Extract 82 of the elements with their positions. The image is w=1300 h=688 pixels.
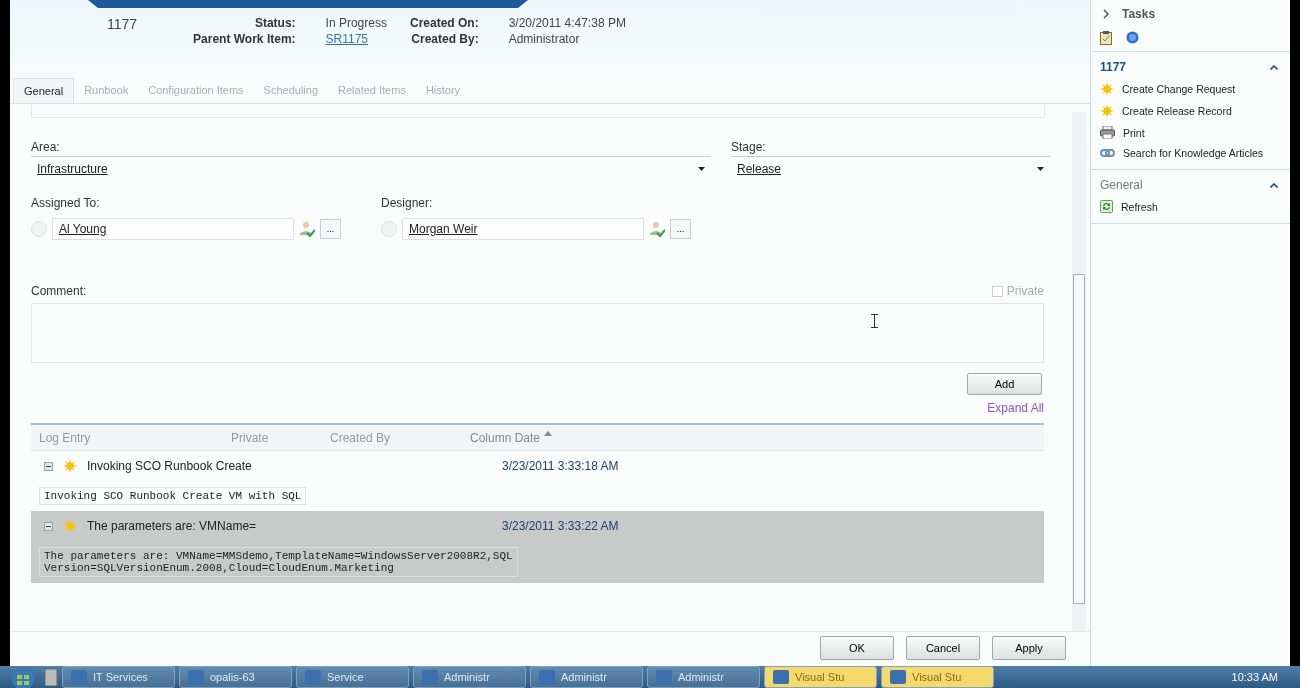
taskbar-button[interactable]: Administr <box>530 666 643 688</box>
field-label: Parent Work Item: <box>192 32 296 46</box>
user-status-icon <box>31 221 47 237</box>
column-header[interactable]: Column Date <box>470 430 553 445</box>
panel-title: Tasks <box>1122 7 1156 21</box>
task-link[interactable]: Refresh <box>1091 196 1290 217</box>
log-entry-date: 3/23/2011 3:33:22 AM <box>502 519 619 533</box>
clipboard-icon <box>1100 31 1112 45</box>
field-label: Area: <box>31 140 61 156</box>
dropdown-arrow-icon <box>1037 166 1044 171</box>
comment-field[interactable] <box>31 303 1044 363</box>
field-label: Comment: <box>31 284 87 298</box>
field-label: Assigned To: <box>31 196 101 210</box>
task-link[interactable]: Create Release Record <box>1091 100 1290 122</box>
column-header[interactable]: Created By <box>330 430 470 445</box>
scrollbar[interactable] <box>1072 112 1086 631</box>
taskbar-button[interactable]: IT Services <box>62 666 175 688</box>
dialog-button[interactable]: OK <box>820 636 894 660</box>
sun-icon <box>63 519 77 533</box>
field-label: Created On: <box>410 16 479 30</box>
log-entry-title: The parameters are: VMName= <box>87 519 258 533</box>
collapse-caret-icon <box>1270 64 1278 70</box>
chevron-right-icon <box>1103 9 1110 19</box>
refresh-icon <box>1100 200 1113 213</box>
printer-icon <box>1100 126 1115 139</box>
dropdown-arrow-icon <box>698 166 705 171</box>
clock: 10:33 AM <box>1231 671 1279 683</box>
field-value: Administrator <box>508 32 581 46</box>
field-value: 3/20/2011 4:47:38 PM <box>508 16 626 30</box>
taskbar-button[interactable]: Administr <box>647 666 760 688</box>
person-check-icon <box>299 221 315 237</box>
column-header[interactable]: Log Entry <box>31 430 231 445</box>
assigned-to-field[interactable]: Al Young <box>52 218 294 240</box>
private-checkbox[interactable] <box>991 285 1003 297</box>
field-label: Created By: <box>410 32 479 46</box>
column-header[interactable]: Private <box>231 430 330 445</box>
taskbar-button[interactable]: Visual Stu <box>764 666 877 688</box>
field-value: In Progress <box>325 16 388 30</box>
input-field[interactable] <box>31 104 1045 118</box>
work-item-link[interactable]: SR1175 <box>325 32 410 46</box>
collapse-icon[interactable] <box>44 461 53 471</box>
text-cursor-icon <box>871 314 878 328</box>
browse-button[interactable]: ... <box>320 219 341 239</box>
task-link[interactable]: Create Change Request <box>1091 78 1290 100</box>
browse-button[interactable]: ... <box>670 219 691 239</box>
field-label: Stage: <box>731 140 767 156</box>
tab[interactable]: General <box>13 78 75 103</box>
log-entry-text: The parameters are: VMName=MMSdemo,TemplateName=WindowsServer2008R2,SQL Version=SQLVersionEnum.2008,Cloud=CloudEnum.Marketing <box>39 547 518 577</box>
log-entry-title: Invoking SCO Runbook Create <box>87 459 253 473</box>
log-entry-row[interactable]: The parameters are: VMName= 3/23/2011 3:33:22 AM The parameters are: VMName=MMSdemo,TemplateName=WindowsServer2008R2,SQL Version=SQLVersionEnum.2008,Cloud=CloudEnum.Marketing <box>31 511 1044 583</box>
collapse-icon[interactable] <box>44 521 53 531</box>
area-dropdown[interactable]: Infrastructure <box>31 156 711 180</box>
log-entry-date: 3/23/2011 3:33:18 AM <box>502 459 619 473</box>
chain-link-icon <box>1100 149 1115 157</box>
expand-all-link[interactable]: Expand All <box>987 401 1044 415</box>
log-entry-text: Invoking SCO Runbook Create VM with SQL <box>39 487 307 505</box>
scroll-thumb[interactable] <box>1073 274 1085 604</box>
field-label: Designer: <box>381 196 434 210</box>
sun-icon <box>1100 82 1114 96</box>
person-check-icon <box>649 221 665 237</box>
dialog-button[interactable]: Apply <box>992 636 1066 660</box>
user-status-icon <box>381 221 397 237</box>
work-item-id: 1177 <box>106 16 139 34</box>
taskbar-button[interactable]: Administr <box>413 666 526 688</box>
stage-dropdown[interactable]: Release <box>731 156 1050 180</box>
section-header[interactable]: General <box>1091 170 1290 196</box>
dialog-button[interactable]: Cancel <box>906 636 980 660</box>
section-header[interactable]: 1177 <box>1091 52 1290 78</box>
sort-arrow-icon <box>544 430 553 436</box>
taskbar-button[interactable]: Visual Stu <box>881 666 994 688</box>
task-link[interactable]: Search for Knowledge Articles <box>1091 143 1290 163</box>
field-label: Status: <box>253 16 296 30</box>
sun-icon <box>63 459 77 473</box>
taskbar-button[interactable]: opalis-63 <box>179 666 292 688</box>
collapse-caret-icon <box>1270 182 1278 188</box>
task-link[interactable]: Print <box>1091 122 1290 143</box>
designer-field[interactable]: Morgan Weir <box>402 218 644 240</box>
checkbox-label: Private <box>1006 284 1044 298</box>
add-button[interactable]: Add <box>967 373 1042 395</box>
sun-icon <box>1100 104 1114 118</box>
taskbar-button[interactable]: Service <box>296 666 409 688</box>
log-entry-row[interactable]: Invoking SCO Runbook Create 3/23/2011 3:33:18 AM Invoking SCO Runbook Create VM with SQL <box>31 451 1044 511</box>
